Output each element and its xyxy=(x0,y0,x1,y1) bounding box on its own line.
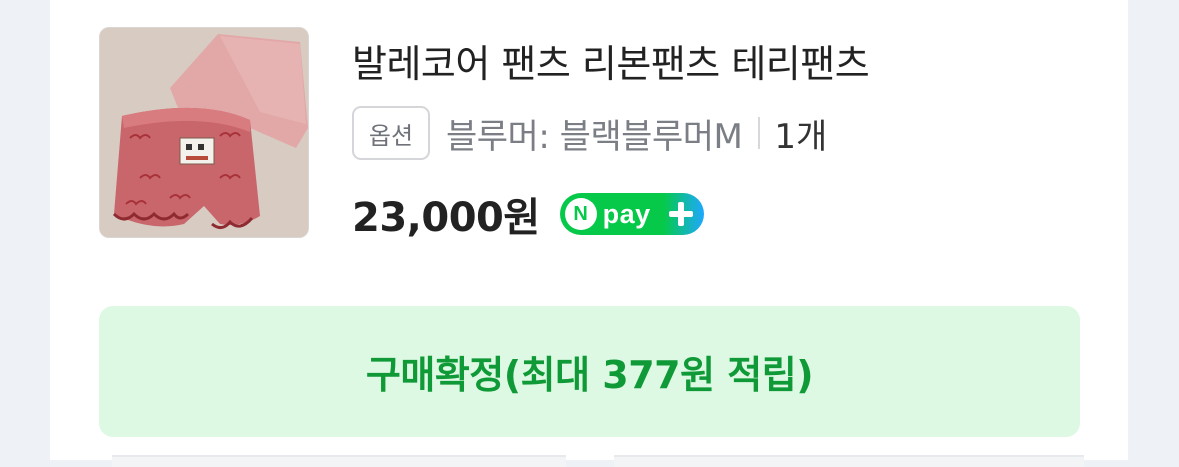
option-value: 블루머: 블랙블루머M xyxy=(446,116,743,157)
option-divider xyxy=(758,117,761,149)
price-text: 23,000원 xyxy=(352,195,540,241)
purchase-confirm-button[interactable]: 구매확정(최대 377원 적립) xyxy=(99,306,1080,437)
npay-n-icon: N xyxy=(564,198,597,230)
product-title[interactable]: 발레코어 팬츠 리본팬츠 테리팬츠 xyxy=(352,33,870,88)
plus-icon xyxy=(668,201,694,227)
price-row: 23,000원 N pay xyxy=(352,186,704,242)
product-thumbnail[interactable] xyxy=(99,27,309,238)
quantity-text: 1개 xyxy=(774,116,828,157)
npay-label: pay xyxy=(602,198,651,229)
bottom-tab-left[interactable] xyxy=(112,455,566,467)
option-badge: 옵션 xyxy=(352,106,430,160)
order-item-card: 발레코어 팬츠 리본팬츠 테리팬츠 옵션 블루머: 블랙블루머M 1개 23,0… xyxy=(50,0,1128,467)
option-row: 옵션 블루머: 블랙블루머M 1개 xyxy=(352,106,827,160)
product-image xyxy=(100,28,308,237)
bottom-tab-right[interactable] xyxy=(614,455,1084,467)
npay-plus-badge: N pay xyxy=(559,193,704,235)
